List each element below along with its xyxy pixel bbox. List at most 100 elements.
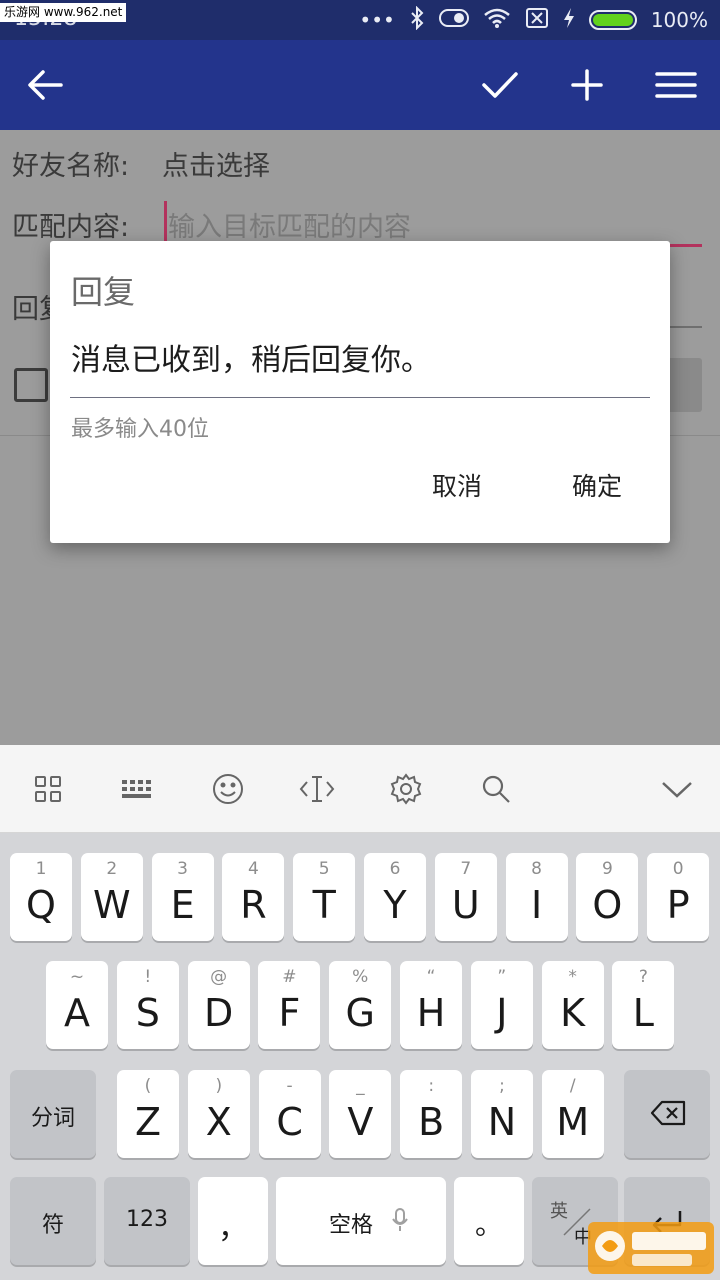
key-label: X	[205, 1100, 232, 1144]
key-secondary-label: 3	[177, 859, 188, 879]
key-label: K	[560, 991, 586, 1035]
toggle-icon	[438, 8, 469, 33]
key-label: U	[451, 883, 480, 927]
key-y[interactable]: 6Y	[364, 853, 426, 941]
key-secondary-label: /	[569, 1076, 576, 1096]
key-k[interactable]: * K	[541, 961, 604, 1049]
key-f[interactable]: # F	[258, 961, 321, 1049]
battery-percent: 100%	[650, 8, 708, 32]
key-z[interactable]: (Z	[117, 1070, 179, 1158]
friend-select[interactable]: 点击选择	[162, 144, 270, 183]
backspace-key[interactable]	[624, 1070, 710, 1158]
key-label: Y	[383, 883, 407, 927]
key-secondary-label: -	[286, 1076, 293, 1096]
settings-gear-icon[interactable]	[376, 745, 436, 833]
match-content-label: 匹配内容:	[12, 212, 130, 243]
key-secondary-label: 9	[601, 859, 613, 879]
period-key[interactable]: 。	[454, 1177, 524, 1265]
key-j[interactable]: ” J	[470, 961, 533, 1049]
key-e[interactable]: 3E	[151, 853, 214, 941]
confirm-button[interactable]: 确定	[572, 467, 622, 503]
menu-icon[interactable]	[641, 40, 711, 130]
key-secondary-label: 8	[531, 859, 542, 879]
watermark-label: 乐游网 www.962.net	[0, 3, 127, 22]
key-label: J	[496, 991, 508, 1035]
key-w[interactable]: 2W	[80, 853, 143, 941]
key-r[interactable]: 4R	[222, 853, 285, 941]
microphone-icon	[392, 1208, 408, 1231]
key-secondary-label: #	[282, 967, 297, 987]
key-label: B	[418, 1100, 445, 1144]
dialog-title: 回复	[71, 273, 136, 311]
key-secondary-label: ~	[69, 967, 85, 987]
key-m[interactable]: / M	[541, 1070, 604, 1158]
segment-key[interactable]: 分词	[10, 1070, 96, 1158]
symbol-key-label: 符	[41, 1213, 64, 1238]
key-label: T	[312, 883, 336, 927]
key-h[interactable]: “H	[400, 961, 462, 1049]
key-i[interactable]: 8I	[505, 853, 568, 941]
status-icons: ••• 100%	[359, 5, 708, 35]
key-label: L	[632, 991, 654, 1035]
key-o[interactable]: 9O	[576, 853, 639, 941]
key-v[interactable]: _ V	[329, 1070, 392, 1158]
bluetooth-icon	[409, 5, 425, 35]
key-b[interactable]: :B	[400, 1070, 463, 1158]
no-sim-icon	[525, 7, 549, 34]
key-secondary-label: “	[426, 967, 436, 987]
key-secondary-label: %	[352, 967, 369, 987]
app-bar	[0, 40, 720, 130]
chevron-down-icon[interactable]	[647, 745, 707, 833]
check-icon[interactable]	[465, 40, 535, 130]
checkbox[interactable]	[14, 368, 48, 402]
key-label: R	[240, 883, 267, 927]
key-d[interactable]: @ D	[187, 961, 250, 1049]
key-label: H	[416, 991, 446, 1035]
number-key[interactable]: 123	[104, 1177, 190, 1265]
battery-icon	[588, 10, 637, 30]
emoji-icon[interactable]	[198, 745, 258, 833]
key-t[interactable]: 5T	[293, 853, 356, 941]
key-l[interactable]: ? L	[612, 961, 675, 1049]
charging-icon	[563, 7, 575, 34]
backspace-icon	[650, 1100, 686, 1126]
key-secondary-label: :	[428, 1076, 435, 1096]
apps-grid-icon[interactable]	[18, 745, 78, 833]
keyboard-icon[interactable]	[107, 745, 167, 833]
symbol-key[interactable]: 符	[10, 1177, 96, 1265]
search-icon[interactable]	[466, 745, 526, 833]
key-label: A	[64, 991, 90, 1035]
key-secondary-label: (	[144, 1076, 152, 1096]
key-g[interactable]: % G	[329, 961, 392, 1049]
space-key-label: 空格	[328, 1213, 373, 1238]
wifi-icon	[483, 7, 511, 34]
reply-dialog: 回复 消息已收到，稍后回复你。 最多输入40位 取消 确定	[50, 241, 670, 543]
segment-key-label: 分词	[30, 1106, 75, 1131]
key-label: O	[592, 883, 623, 927]
reply-text-input[interactable]: 消息已收到，稍后回复你。	[71, 335, 431, 379]
key-secondary-label: ?	[638, 967, 648, 987]
key-u[interactable]: 7U	[434, 853, 497, 941]
key-q[interactable]: 1Q	[10, 853, 72, 941]
match-content-input[interactable]: 输入目标匹配的内容	[168, 205, 411, 244]
key-label: Q	[26, 883, 56, 927]
key-label: V	[347, 1100, 374, 1144]
key-label: N	[487, 1100, 517, 1144]
cancel-button[interactable]: 取消	[432, 467, 482, 503]
key-p[interactable]: 0P	[647, 853, 710, 941]
cursor-move-icon[interactable]	[287, 745, 347, 833]
key-c[interactable]: -C	[258, 1070, 321, 1158]
input-underline	[70, 397, 650, 398]
text-cursor	[164, 201, 167, 241]
key-x[interactable]: ) X	[187, 1070, 250, 1158]
add-icon[interactable]	[552, 40, 622, 130]
back-arrow-icon[interactable]	[10, 40, 80, 130]
key-s[interactable]: ! S	[116, 961, 179, 1049]
key-label: I	[530, 883, 543, 927]
key-secondary-label: !	[144, 967, 152, 987]
key-a[interactable]: ~ A	[46, 961, 108, 1049]
soft-keyboard: 1Q2W3E4R5T6Y7U8I9O0P ~ A! S @ D # F% G “H” J * K? L …	[0, 833, 720, 1280]
space-key[interactable]: 空格	[276, 1177, 446, 1265]
key-secondary-label: 2	[106, 859, 118, 879]
key-n[interactable]: ; N	[471, 1070, 533, 1158]
